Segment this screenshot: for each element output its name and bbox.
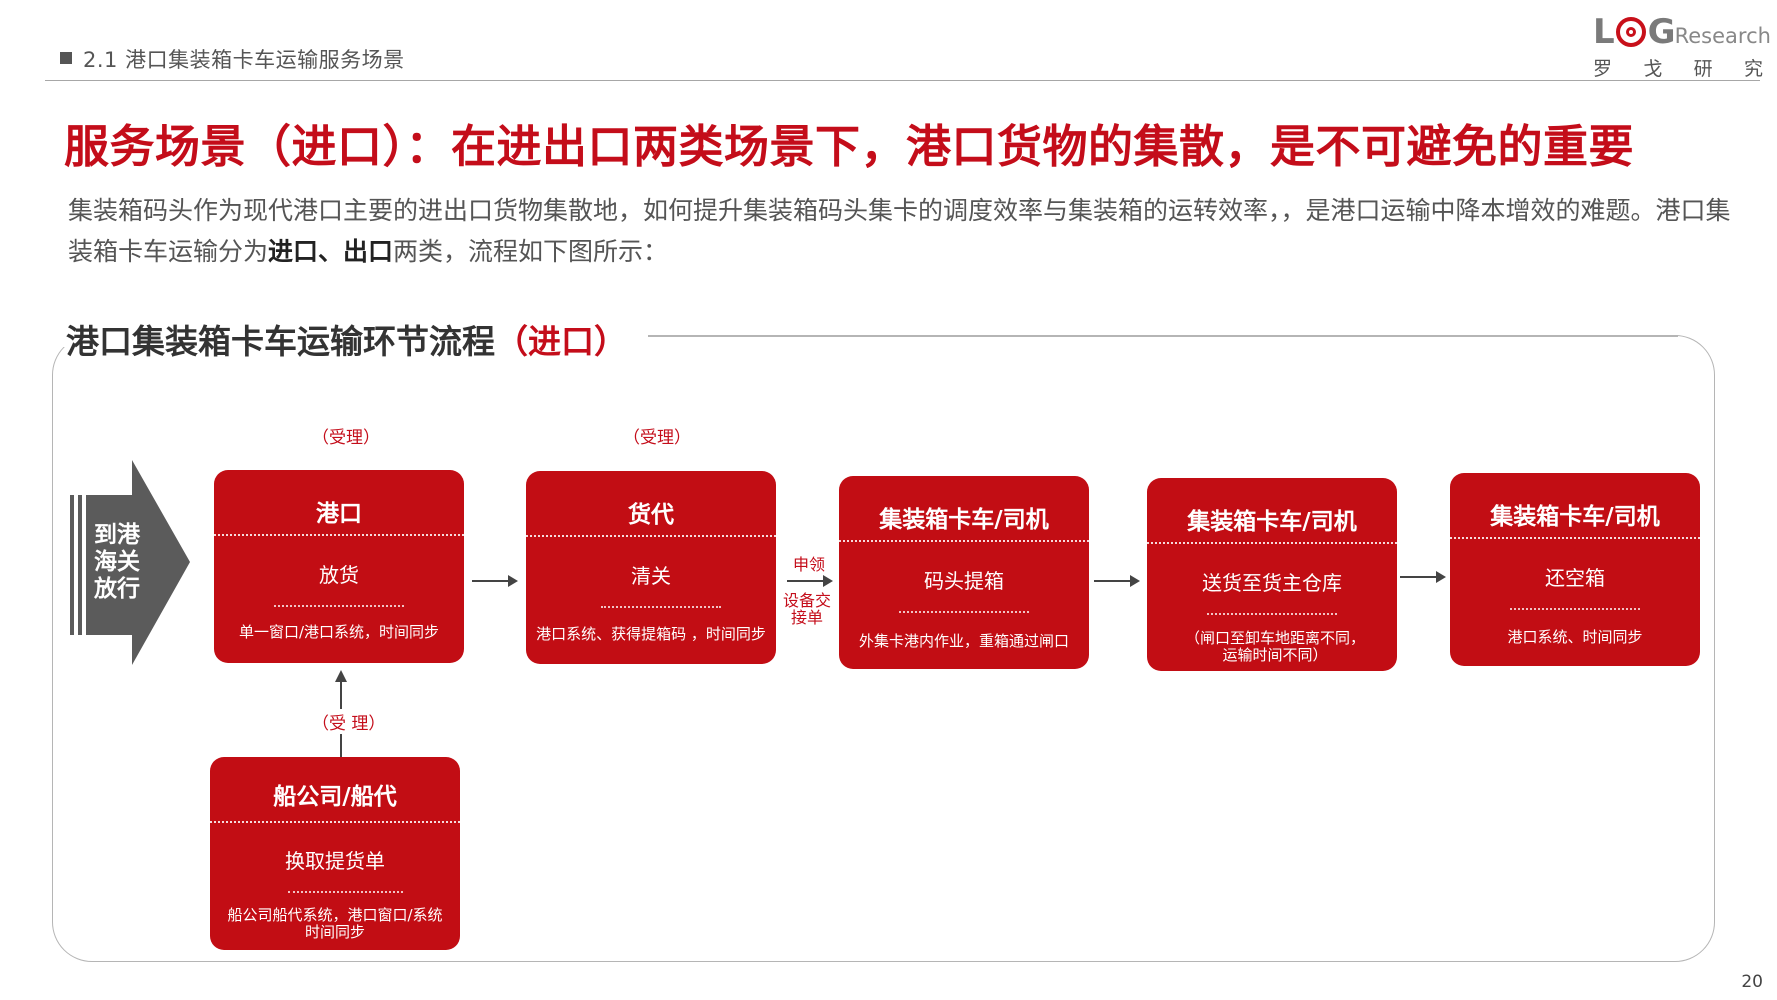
box-divider — [210, 821, 460, 823]
flow-arrow — [787, 575, 833, 587]
box-divider — [839, 540, 1089, 542]
box-divider — [1147, 542, 1397, 544]
box-title: 集装箱卡车/司机 — [1490, 504, 1660, 530]
logo-letter-g: G — [1647, 12, 1676, 52]
logo: L GResearch 罗 戈 研 究 — [1593, 10, 1771, 81]
box-divider — [214, 534, 464, 536]
logo-research: Research — [1674, 24, 1771, 48]
box-divider — [1450, 537, 1700, 539]
box-dots — [899, 611, 1029, 613]
flow-box-truck-return: 集装箱卡车/司机 还空箱 港口系统、时间同步 — [1450, 473, 1700, 666]
flow-arrow — [1400, 571, 1446, 583]
logo-char: 究 — [1743, 58, 1763, 80]
flow-box-port: 港口 放货 单一窗口/港口系统，时间同步 — [214, 470, 464, 663]
intro-text-2: 两类，流程如下图所示： — [393, 237, 669, 266]
section-header: 2.1 港口集装箱卡车运输服务场景 — [83, 48, 405, 72]
box-dots — [288, 891, 403, 893]
accept-label: （受理） — [623, 428, 691, 448]
section-title-main: 港口集装箱卡车运输环节流程 — [66, 322, 495, 361]
box-system: 单一窗口/港口系统，时间同步 — [238, 623, 440, 641]
box-dots — [601, 606, 721, 608]
page-number: 20 — [1741, 972, 1763, 992]
section-title-highlight: （进口） — [495, 322, 627, 361]
box-action: 还空箱 — [1545, 566, 1605, 590]
box-action: 换取提货单 — [285, 849, 385, 873]
exchange-label: 设备交接单 — [782, 591, 831, 627]
accept-label: （受 理） — [312, 709, 386, 734]
box-system: 港口系统、时间同步 — [1507, 628, 1643, 646]
box-action: 清关 — [631, 564, 671, 588]
flow-box-truck-delivery: 集装箱卡车/司机 送货至货主仓库 （闸口至卸车地距离不同，运输时间不同） — [1147, 478, 1397, 671]
flow-box-forwarder: 货代 清关 港口系统、获得提箱码 ，时间同步 — [526, 471, 776, 664]
box-system: 船公司船代系统，港口窗口/系统时间同步 — [227, 906, 443, 941]
logo-ring-icon — [1615, 17, 1646, 47]
box-action: 送货至货主仓库 — [1202, 571, 1342, 595]
frame-top-line — [648, 335, 1678, 337]
box-title: 船公司/船代 — [273, 784, 397, 810]
flow-arrow — [1094, 575, 1140, 587]
logo-subtitle: 罗 戈 研 究 — [1593, 54, 1763, 81]
box-system: （闸口至卸车地距离不同，运输时间不同） — [1184, 629, 1365, 664]
box-system: 外集卡港内作业，重箱通过闸口 — [858, 632, 1069, 650]
page-title: 服务场景（进口）：在进出口两类场景下，港口货物的集散，是不可避免的重要 — [64, 120, 1635, 173]
logo-char: 戈 — [1643, 58, 1663, 80]
box-title: 货代 — [628, 502, 674, 528]
box-dots — [1510, 608, 1640, 610]
box-system: 港口系统、获得提箱码 ，时间同步 — [536, 625, 766, 643]
flow-arrow — [472, 575, 518, 587]
box-action: 码头提箱 — [924, 569, 1004, 593]
flow-box-truck-pickup: 集装箱卡车/司机 码头提箱 外集卡港内作业，重箱通过闸口 — [839, 476, 1089, 669]
apply-label: 申领 — [792, 555, 825, 574]
box-action: 放货 — [319, 563, 359, 587]
logo-letter-l: L — [1593, 12, 1615, 52]
logo-char: 研 — [1693, 58, 1713, 80]
box-title: 港口 — [316, 501, 362, 527]
header-divider — [45, 80, 1760, 81]
section-title: 港口集装箱卡车运输环节流程（进口） — [66, 315, 627, 363]
logo-char: 罗 — [1593, 58, 1613, 80]
accept-label: （受理） — [312, 428, 380, 448]
box-title: 集装箱卡车/司机 — [1187, 509, 1357, 535]
flow-box-shipping-line: 船公司/船代 换取提货单 船公司船代系统，港口窗口/系统时间同步 — [210, 757, 460, 950]
box-title: 集装箱卡车/司机 — [879, 507, 1049, 533]
box-divider — [526, 535, 776, 537]
box-dots — [1207, 613, 1337, 615]
intro-bold: 进口、出口 — [268, 237, 394, 266]
box-dots — [274, 605, 404, 607]
section-marker — [60, 52, 72, 64]
intro-paragraph: 集装箱码头作为现代港口主要的进出口货物集散地，如何提升集装箱码头集卡的调度效率与… — [68, 190, 1748, 272]
start-label: 到港海关放行 — [94, 522, 140, 602]
